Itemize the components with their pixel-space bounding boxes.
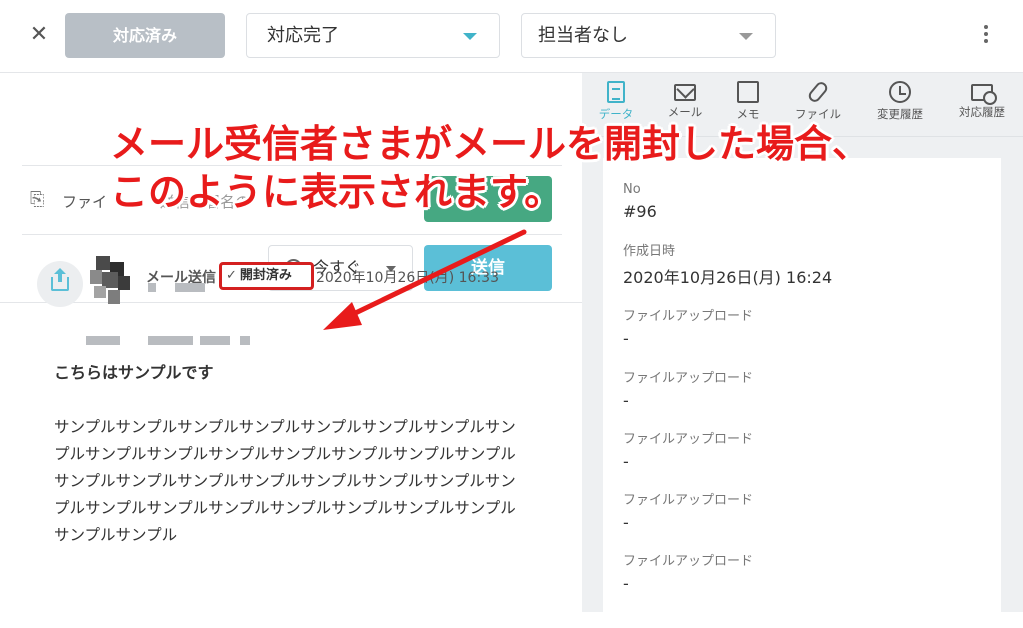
redacted-text — [148, 336, 193, 345]
annotation-line: メール受信者さまがメールを開封した場合、 — [110, 122, 871, 166]
tab-change-history[interactable]: 変更履歴 — [868, 81, 932, 133]
assignee-select-value: 担当者なし — [538, 25, 628, 46]
clock-icon — [889, 81, 911, 103]
field-file-upload: ファイルアップロード - — [623, 305, 753, 348]
redacted-text — [200, 336, 230, 345]
tab-response-history[interactable]: 対応履歴 — [950, 81, 1014, 133]
field-value: - — [623, 574, 629, 593]
top-bar: ✕ 対応済み 対応完了 担当者なし — [0, 0, 1023, 72]
opened-status-label: 開封済み — [239, 268, 292, 283]
opened-status-badge: ✓ 開封済み — [219, 262, 314, 290]
field-label: ファイルアップロード — [623, 432, 754, 447]
field-label: ファイルアップロード — [623, 493, 754, 508]
checkmark-icon: ✓ — [226, 268, 237, 283]
assignee-select[interactable]: 担当者なし — [521, 13, 776, 58]
redacted-text — [175, 283, 205, 292]
field-label: ファイルアップロード — [623, 554, 754, 569]
paperclip-icon[interactable]: ⎘ — [30, 189, 44, 210]
status-select[interactable]: 対応完了 — [246, 13, 500, 58]
tab-label: 対応履歴 — [959, 105, 1005, 119]
status-select-value: 対応完了 — [267, 25, 339, 46]
annotation-line: このように表示されます。 — [110, 170, 563, 214]
redacted-text — [86, 336, 120, 345]
outgoing-mail-icon — [37, 261, 83, 307]
avatar — [86, 256, 134, 308]
mail-date: 2020年10月26日(月) 16:33 — [316, 270, 499, 286]
tab-label: ファイル — [795, 107, 841, 121]
close-icon[interactable]: ✕ — [26, 22, 52, 48]
caret-down-icon — [739, 33, 753, 40]
field-created-at: 作成日時 2020年10月26日(月) 16:24 — [623, 240, 832, 288]
divider — [22, 234, 562, 235]
field-value: - — [623, 329, 629, 348]
field-file-upload: ファイルアップロード - — [623, 489, 753, 532]
caret-down-icon — [463, 33, 477, 40]
tab-label: メール — [667, 105, 703, 119]
redacted-text — [148, 283, 156, 292]
mail-subject: こちらはサンプルです — [54, 363, 214, 382]
field-value: 2020年10月26日(月) 16:24 — [623, 268, 833, 287]
field-value: - — [623, 513, 629, 532]
memo-icon — [737, 81, 759, 103]
detail-card: No #96 作成日時 2020年10月26日(月) 16:24 ファイルアップ… — [603, 158, 1001, 628]
field-value: - — [623, 452, 629, 471]
field-file-upload: ファイルアップロード - — [623, 550, 753, 593]
more-options-icon[interactable] — [976, 22, 996, 50]
tab-label: メモ — [736, 107, 760, 121]
attach-file-label[interactable]: ファイ — [62, 191, 107, 212]
mail-body: サンプルサンプルサンプルサンプルサンプルサンプルサンプルサンプルサンプルサンプル… — [54, 418, 516, 544]
tab-label: データ — [598, 107, 634, 121]
tab-label: 変更履歴 — [877, 107, 923, 121]
mail-icon — [674, 84, 696, 101]
field-file-upload: ファイルアップロード - — [623, 367, 753, 410]
field-label: ファイルアップロード — [623, 371, 754, 386]
field-file-upload: ファイルアップロード - — [623, 428, 753, 471]
field-label: 作成日時 — [623, 244, 676, 259]
annotation-callout: メール受信者さまがメールを開封した場合、 このように表示されます。 — [110, 120, 870, 216]
mail-clock-icon — [971, 84, 997, 105]
paperclip-icon — [806, 79, 830, 105]
field-label: ファイルアップロード — [623, 309, 754, 324]
field-value: - — [623, 391, 629, 410]
document-icon — [607, 81, 625, 103]
redacted-text — [240, 336, 250, 345]
status-done-button[interactable]: 対応済み — [65, 13, 225, 58]
